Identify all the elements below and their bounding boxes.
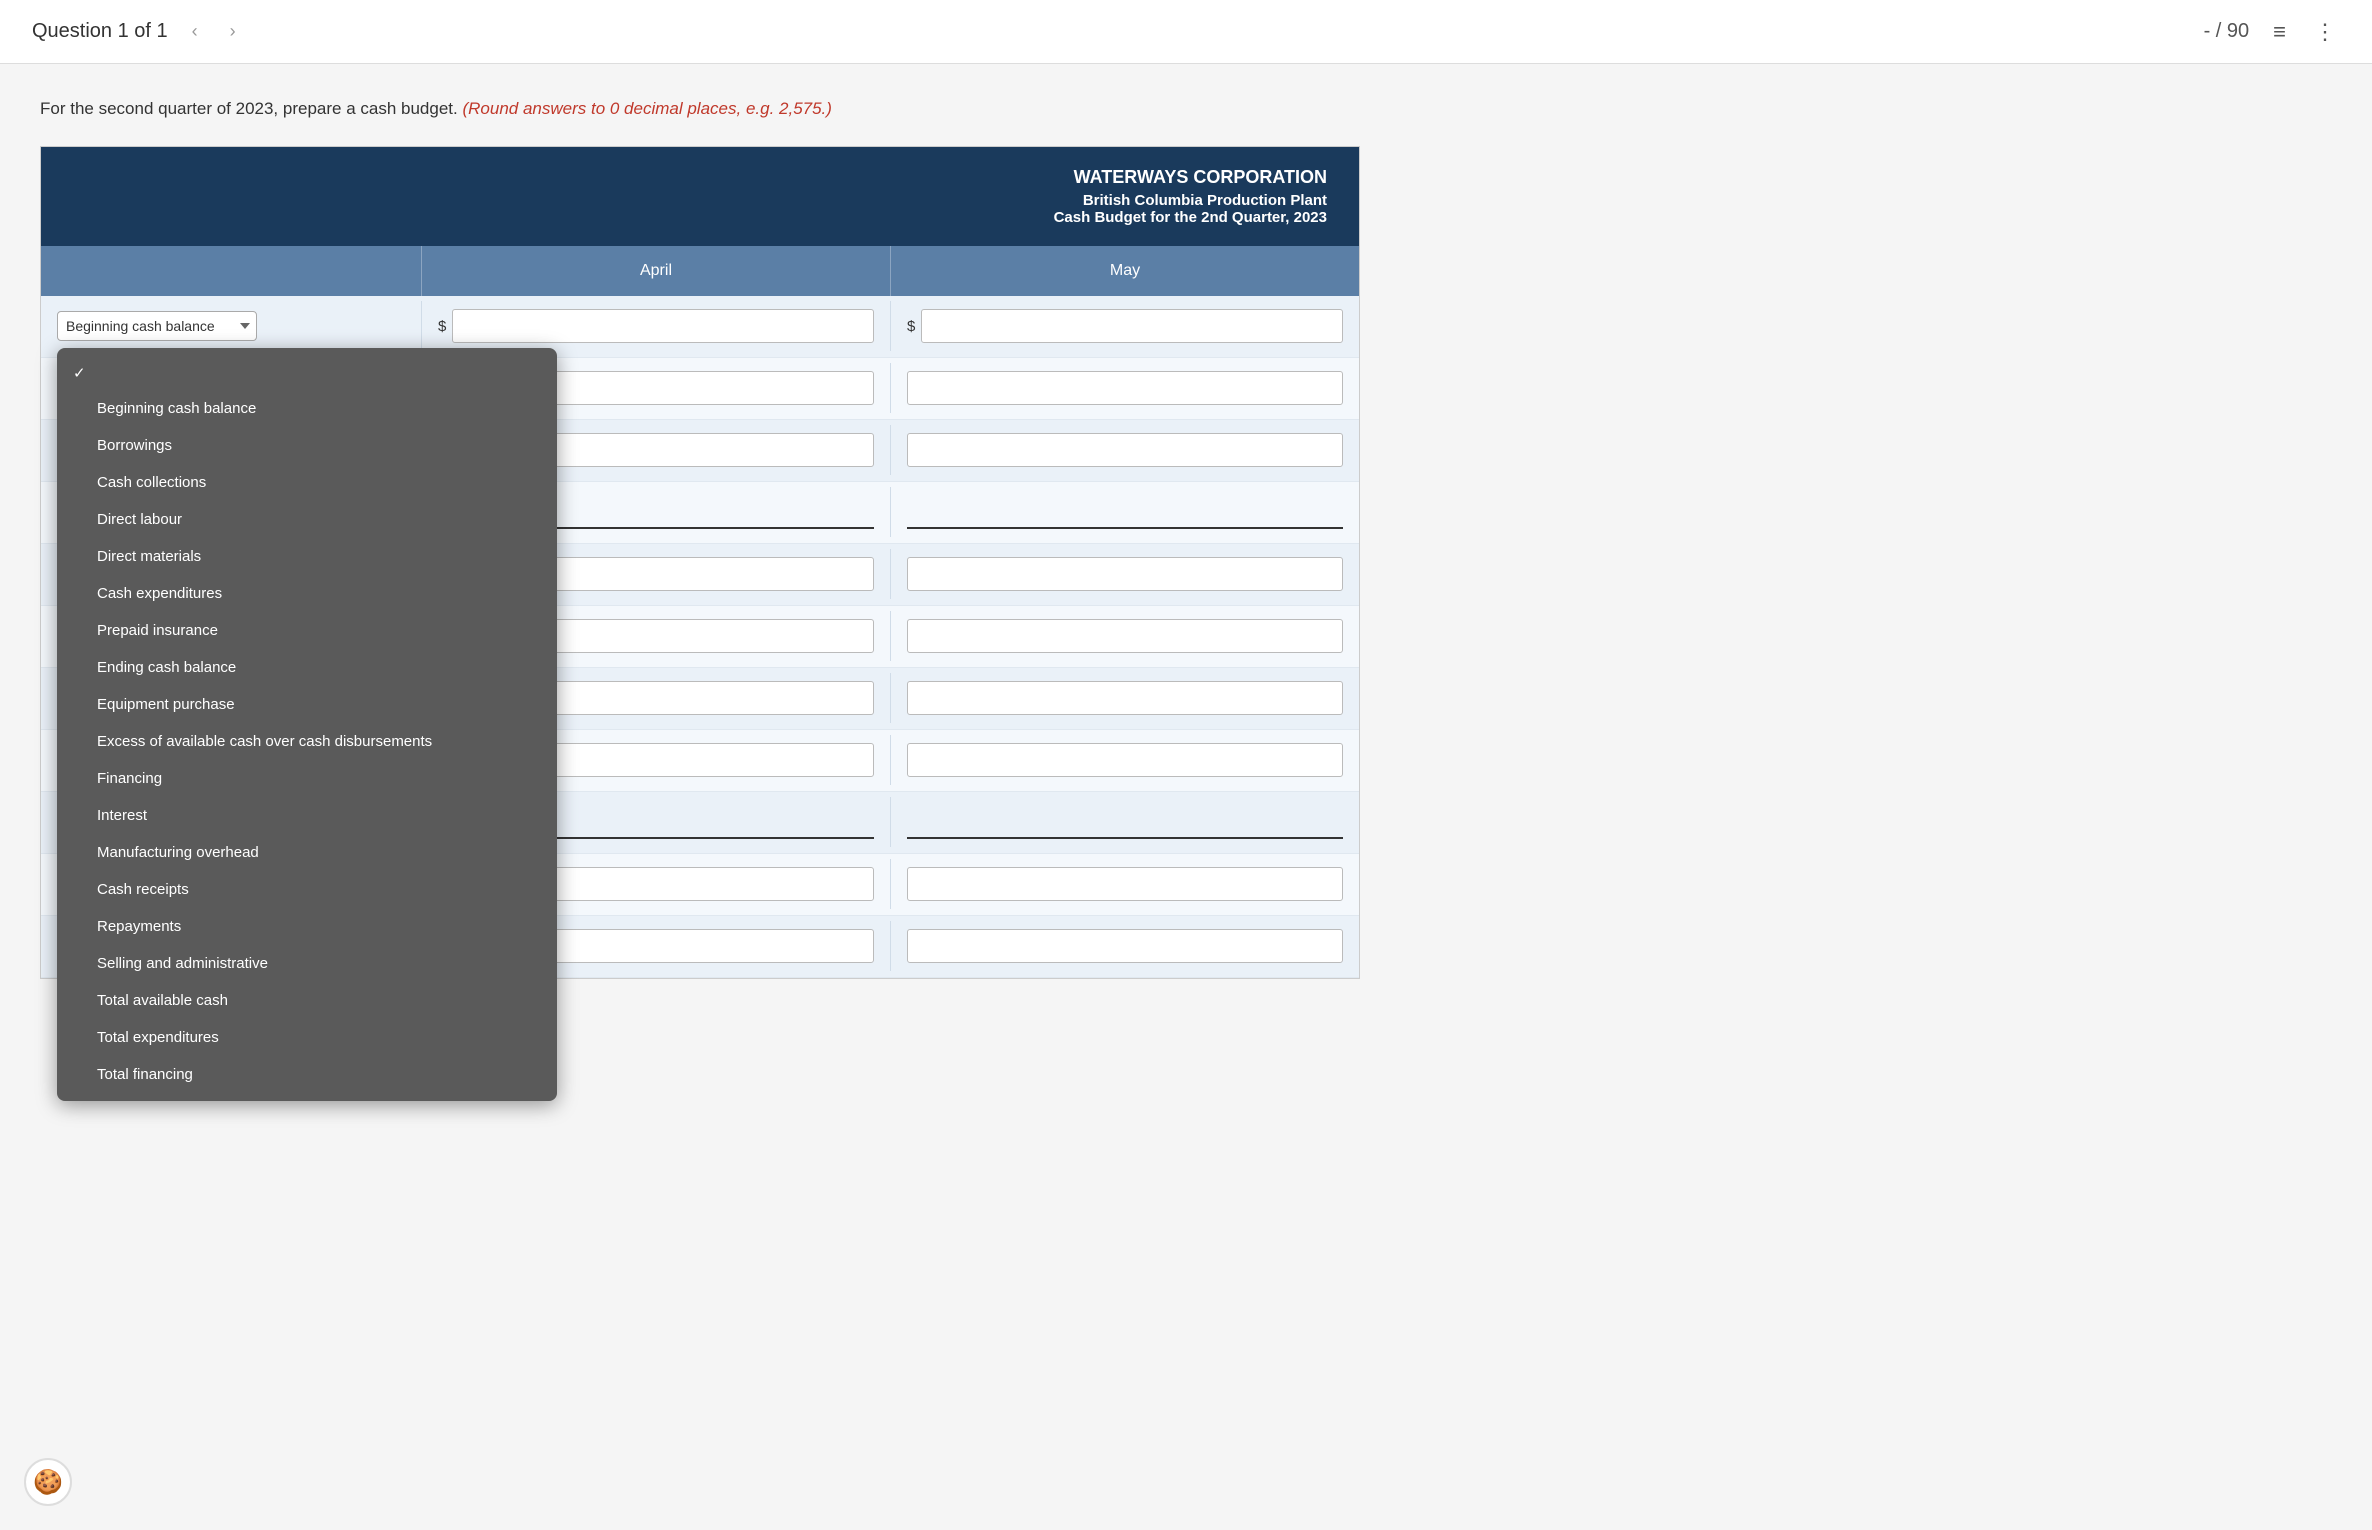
may-input-1[interactable] <box>921 309 1343 343</box>
list-view-button[interactable]: ≡ <box>2269 15 2290 49</box>
prev-question-button[interactable]: ‹ <box>184 17 206 46</box>
row-label-dropdown[interactable]: ✓ Beginning cash balance Borrowings Cash… <box>57 348 557 1101</box>
may-input-9[interactable] <box>907 805 1343 839</box>
dropdown-item-total-expenditures[interactable]: Total expenditures <box>57 1019 557 1056</box>
question-text: For the second quarter of 2023, prepare … <box>40 96 2332 122</box>
row-value-may-8 <box>890 735 1359 785</box>
score-display: - / 90 <box>2204 20 2250 43</box>
dropdown-item-total-financing[interactable]: Total financing <box>57 1056 557 1093</box>
may-input-6[interactable] <box>907 619 1343 653</box>
row-value-may-11 <box>890 921 1359 971</box>
row-value-may-10 <box>890 859 1359 909</box>
may-input-11[interactable] <box>907 929 1343 963</box>
corp-period: Cash Budget for the 2nd Quarter, 2023 <box>65 209 1327 226</box>
dollar-sign-may-1: $ <box>907 318 915 335</box>
dropdown-item-direct-labour[interactable]: Direct labour <box>57 501 557 538</box>
dropdown-item-equipment-purchase[interactable]: Equipment purchase <box>57 686 557 723</box>
dropdown-checkmark: ✓ <box>57 356 557 390</box>
dropdown-item-cash-expenditures[interactable]: Cash expenditures <box>57 575 557 612</box>
more-options-button[interactable]: ⋮ <box>2310 15 2340 49</box>
next-question-button[interactable]: › <box>222 17 244 46</box>
nav-right: - / 90 ≡ ⋮ <box>2204 15 2340 49</box>
question-title: Question 1 of 1 <box>32 20 168 43</box>
may-input-5[interactable] <box>907 557 1343 591</box>
row-value-may-4 <box>890 487 1359 537</box>
may-input-3[interactable] <box>907 433 1343 467</box>
row-value-may-9 <box>890 797 1359 847</box>
dropdown-item-borrowings[interactable]: Borrowings <box>57 427 557 464</box>
dollar-sign-april-1: $ <box>438 318 446 335</box>
dropdown-item-cash-collections[interactable]: Cash collections <box>57 464 557 501</box>
main-content: For the second quarter of 2023, prepare … <box>0 64 2372 1530</box>
dropdown-item-financing[interactable]: Financing <box>57 760 557 797</box>
row-label-cell-1: Beginning cash balance <box>41 299 421 353</box>
question-rounding-note: (Round answers to 0 decimal places, e.g.… <box>462 99 831 118</box>
dropdown-item-excess-available[interactable]: Excess of available cash over cash disbu… <box>57 723 557 760</box>
dropdown-item-cash-receipts[interactable]: Cash receipts <box>57 871 557 908</box>
dropdown-item-ending-cash-balance[interactable]: Ending cash balance <box>57 649 557 686</box>
corp-name: WATERWAYS CORPORATION <box>65 167 1327 188</box>
table-body: ✓ Beginning cash balance Borrowings Cash… <box>41 296 1359 978</box>
row-value-april-1: $ <box>421 301 890 351</box>
column-headers: April May <box>41 246 1359 296</box>
row-label-select-1[interactable]: Beginning cash balance <box>57 311 257 341</box>
cookie-button[interactable]: 🍪 <box>24 1458 72 1506</box>
april-input-1[interactable] <box>452 309 874 343</box>
cash-budget-table: WATERWAYS CORPORATION British Columbia P… <box>40 146 1360 979</box>
table-header: WATERWAYS CORPORATION British Columbia P… <box>41 147 1359 246</box>
dropdown-item-direct-materials[interactable]: Direct materials <box>57 538 557 575</box>
col-header-april: April <box>421 246 890 296</box>
col-header-empty <box>41 246 421 296</box>
row-value-may-3 <box>890 425 1359 475</box>
col-header-may: May <box>890 246 1359 296</box>
row-value-may-2 <box>890 363 1359 413</box>
may-input-4[interactable] <box>907 495 1343 529</box>
dropdown-item-repayments[interactable]: Repayments <box>57 908 557 945</box>
dropdown-item-interest[interactable]: Interest <box>57 797 557 834</box>
dropdown-item-total-available-cash[interactable]: Total available cash <box>57 982 557 1019</box>
may-input-8[interactable] <box>907 743 1343 777</box>
cookie-icon: 🍪 <box>33 1468 63 1497</box>
dropdown-item-manufacturing-overhead[interactable]: Manufacturing overhead <box>57 834 557 871</box>
nav-left: Question 1 of 1 ‹ › <box>32 17 244 46</box>
row-value-may-5 <box>890 549 1359 599</box>
row-value-may-6 <box>890 611 1359 661</box>
top-navigation: Question 1 of 1 ‹ › - / 90 ≡ ⋮ <box>0 0 2372 64</box>
row-value-may-7 <box>890 673 1359 723</box>
dropdown-item-selling-administrative[interactable]: Selling and administrative <box>57 945 557 982</box>
question-text-main: For the second quarter of 2023, prepare … <box>40 99 458 118</box>
row-value-may-1: $ <box>890 301 1359 351</box>
may-input-10[interactable] <box>907 867 1343 901</box>
dropdown-item-beginning-cash-balance[interactable]: Beginning cash balance <box>57 390 557 427</box>
dropdown-item-prepaid-insurance[interactable]: Prepaid insurance <box>57 612 557 649</box>
may-input-7[interactable] <box>907 681 1343 715</box>
corp-subtitle: British Columbia Production Plant <box>65 192 1327 209</box>
may-input-2[interactable] <box>907 371 1343 405</box>
